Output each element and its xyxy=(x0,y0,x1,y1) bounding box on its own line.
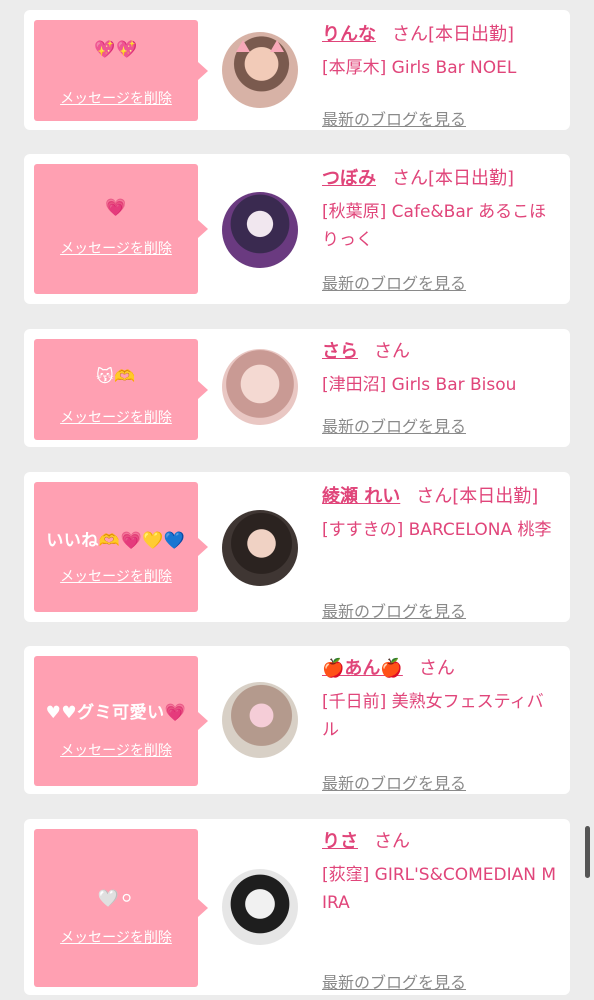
list-item: いいね🫶💗💛💙 メッセージを削除 綾瀬 れい さん[本日出勤] [すすきの] BA… xyxy=(24,472,570,622)
avatar[interactable] xyxy=(222,349,298,425)
message-text: 🤍⚪ xyxy=(97,889,135,909)
profile-info: りさ さん [荻窪] GIRL'S&COMEDIAN MIRA 最新のブログを見る xyxy=(322,829,558,992)
honorific-label: さん xyxy=(416,486,453,507)
message-text: いいね🫶💗💛💙 xyxy=(46,531,186,551)
message-bubble: 💖💖 メッセージを削除 xyxy=(34,20,208,121)
message-text: 💗 xyxy=(105,198,127,218)
delete-message-link[interactable]: メッセージを削除 xyxy=(34,927,198,947)
list-item: ♥♥グミ可愛い💗 メッセージを削除 🍎あん🍎 さん [千日前] 美熟女フェスティバ… xyxy=(24,646,570,794)
blog-link[interactable]: 最新のブログを見る xyxy=(322,270,466,294)
profile-name-link[interactable]: つぼみ xyxy=(322,168,376,189)
honorific-label: さん xyxy=(374,341,410,362)
list-item: 💗 メッセージを削除 つぼみ さん[本日出勤] [秋葉原] Cafe&Bar ある… xyxy=(24,154,570,304)
delete-message-link[interactable]: メッセージを削除 xyxy=(34,238,198,258)
shop-label: [津田沼] Girls Bar Bisou xyxy=(322,375,517,395)
shop-label: [荻窪] GIRL'S&COMEDIAN MIRA xyxy=(322,865,557,913)
blog-link[interactable]: 最新のブログを見る xyxy=(322,770,466,794)
list-item: 💖💖 メッセージを削除 りんな さん[本日出勤] [本厚木] Girls Bar … xyxy=(24,10,570,130)
profile-name-link[interactable]: さら xyxy=(322,341,358,362)
profile-info: りんな さん[本日出勤] [本厚木] Girls Bar NOEL 最新のブログを… xyxy=(322,22,558,129)
shop-label: [本厚木] Girls Bar NOEL xyxy=(322,58,517,78)
profile-info: さら さん [津田沼] Girls Bar Bisou 最新のブログを見る xyxy=(322,339,558,439)
status-label: [本日出勤] xyxy=(428,24,515,45)
honorific-label: さん xyxy=(374,831,410,852)
shop-label: [すすきの] BARCELONA 桃李 xyxy=(322,520,552,540)
blog-link[interactable]: 最新のブログを見る xyxy=(322,598,466,622)
profile-info: 🍎あん🍎 さん [千日前] 美熟女フェスティバル 最新のブログを見る xyxy=(322,656,558,793)
avatar[interactable] xyxy=(222,510,298,586)
profile-name-link[interactable]: 🍎あん🍎 xyxy=(322,658,403,679)
scrollbar[interactable] xyxy=(585,826,590,878)
profile-info: つぼみ さん[本日出勤] [秋葉原] Cafe&Bar あるこほりっく 最新のブロ… xyxy=(322,166,558,296)
message-text: ♥♥グミ可愛い💗 xyxy=(45,703,187,723)
cat-ear-right-icon xyxy=(270,40,284,52)
avatar[interactable] xyxy=(222,682,298,758)
profile-name-link[interactable]: 綾瀬 れい xyxy=(322,486,400,507)
status-label: [本日出勤] xyxy=(452,486,539,507)
message-bubble: ♥♥グミ可愛い💗 メッセージを削除 xyxy=(34,656,208,786)
shop-label: [秋葉原] Cafe&Bar あるこほりっく xyxy=(322,202,547,250)
delete-message-link[interactable]: メッセージを削除 xyxy=(34,740,198,760)
profile-info: 綾瀬 れい さん[本日出勤] [すすきの] BARCELONA 桃李 最新のブログ… xyxy=(322,484,558,621)
delete-message-link[interactable]: メッセージを削除 xyxy=(34,407,198,427)
honorific-label: さん xyxy=(418,658,455,679)
message-bubble: 😽🫶 メッセージを削除 xyxy=(34,339,208,440)
profile-name-link[interactable]: りんな xyxy=(322,24,376,45)
avatar[interactable] xyxy=(222,869,298,945)
status-label: [本日出勤] xyxy=(428,168,515,189)
message-list: 💖💖 メッセージを削除 りんな さん[本日出勤] [本厚木] Girls Bar … xyxy=(0,0,594,1000)
message-bubble: 💗 メッセージを削除 xyxy=(34,164,208,294)
honorific-label: さん xyxy=(392,24,428,45)
list-item: 😽🫶 メッセージを削除 さら さん [津田沼] Girls Bar Bisou 最… xyxy=(24,329,570,447)
delete-message-link[interactable]: メッセージを削除 xyxy=(34,566,198,586)
blog-link[interactable]: 最新のブログを見る xyxy=(322,969,466,993)
list-item: 🤍⚪ メッセージを削除 りさ さん [荻窪] GIRL'S&COMEDIAN MI… xyxy=(24,819,570,995)
blog-link[interactable]: 最新のブログを見る xyxy=(322,106,466,130)
message-bubble: いいね🫶💗💛💙 メッセージを削除 xyxy=(34,482,208,612)
message-bubble: 🤍⚪ メッセージを削除 xyxy=(34,829,208,987)
message-text: 😽🫶 xyxy=(96,367,136,387)
blog-link[interactable]: 最新のブログを見る xyxy=(322,413,466,437)
shop-label: [千日前] 美熟女フェスティバル xyxy=(322,692,544,740)
delete-message-link[interactable]: メッセージを削除 xyxy=(34,88,198,108)
message-text: 💖💖 xyxy=(94,40,138,60)
avatar[interactable] xyxy=(222,32,298,108)
avatar[interactable] xyxy=(222,192,298,268)
cat-ear-left-icon xyxy=(236,40,250,52)
honorific-label: さん xyxy=(392,168,428,189)
profile-name-link[interactable]: りさ xyxy=(322,831,358,852)
